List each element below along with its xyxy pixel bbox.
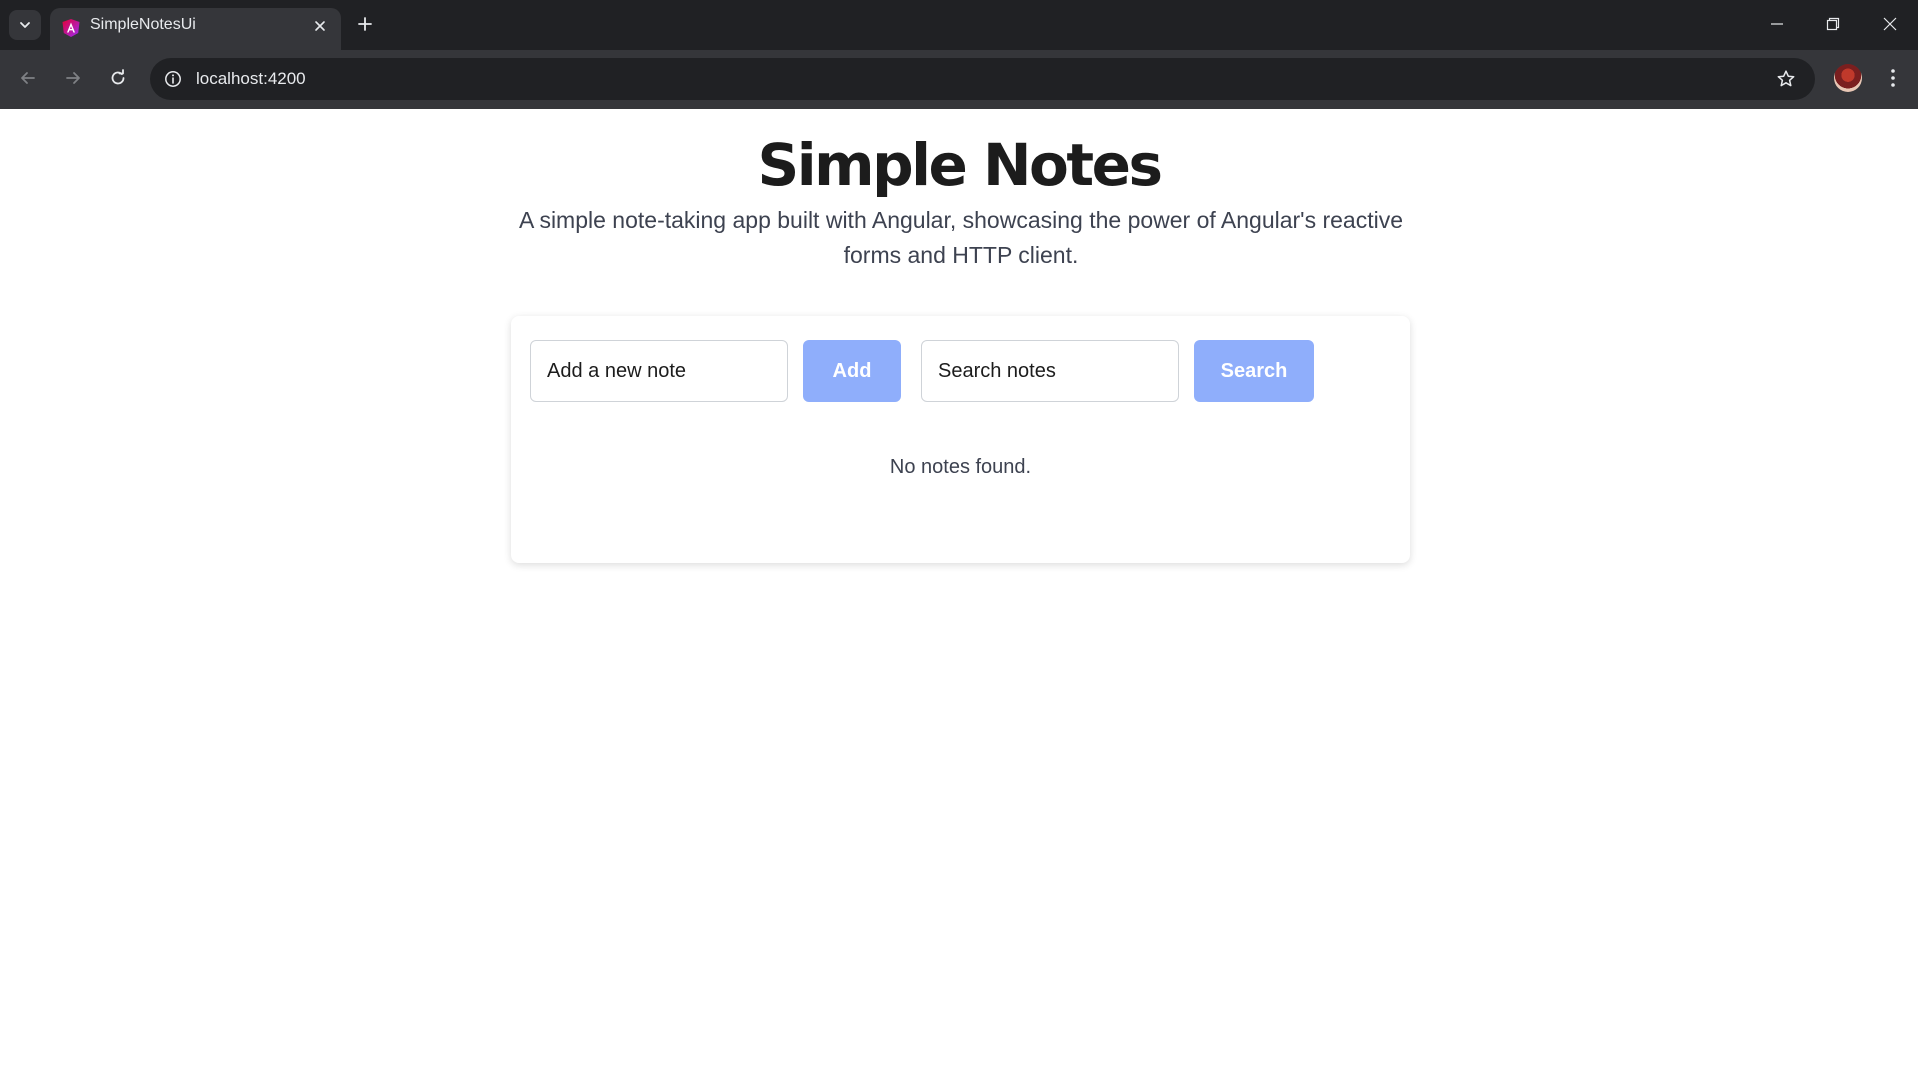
tab-search-button[interactable] bbox=[9, 10, 41, 40]
restore-icon bbox=[1826, 17, 1840, 31]
tab-title: SimpleNotesUi bbox=[90, 16, 196, 33]
restore-window-button[interactable] bbox=[1813, 8, 1853, 40]
minimize-window-button[interactable] bbox=[1757, 8, 1797, 40]
add-note-button[interactable]: Add bbox=[803, 340, 901, 402]
browser-toolbar: localhost:4200 bbox=[0, 50, 1918, 109]
forward-button[interactable] bbox=[57, 62, 89, 94]
page-title: Simple Notes bbox=[757, 131, 1164, 199]
kebab-menu-icon bbox=[1891, 69, 1895, 87]
browser-menu-button[interactable] bbox=[1880, 62, 1906, 94]
page-subtitle: A simple note-taking app built with Angu… bbox=[518, 207, 1404, 268]
browser-tab-strip: SimpleNotesUi bbox=[0, 0, 1918, 50]
close-icon bbox=[315, 21, 325, 31]
search-button[interactable]: Search bbox=[1194, 340, 1314, 402]
page-content: Simple Notes A simple note-taking app bu… bbox=[0, 109, 1918, 1078]
close-window-button[interactable] bbox=[1870, 8, 1910, 40]
address-bar[interactable]: localhost:4200 bbox=[150, 58, 1815, 100]
minimize-icon bbox=[1771, 23, 1783, 25]
empty-notes-message: No notes found. bbox=[889, 456, 1032, 478]
tab-close-button[interactable] bbox=[311, 17, 329, 35]
plus-icon bbox=[358, 17, 372, 31]
info-icon bbox=[165, 71, 181, 87]
site-info-button[interactable] bbox=[161, 67, 185, 91]
bookmark-button[interactable] bbox=[1773, 66, 1799, 92]
arrow-left-icon bbox=[21, 72, 35, 84]
star-icon bbox=[1777, 70, 1795, 87]
notes-card: Add Search No notes found. bbox=[511, 316, 1410, 563]
new-tab-button[interactable] bbox=[352, 11, 378, 37]
search-notes-input[interactable] bbox=[921, 340, 1179, 402]
address-bar-url: localhost:4200 bbox=[196, 69, 306, 88]
angular-logo-icon bbox=[62, 19, 80, 37]
close-icon bbox=[1883, 17, 1897, 31]
back-button[interactable] bbox=[12, 62, 44, 94]
new-note-input[interactable] bbox=[530, 340, 788, 402]
chevron-down-icon bbox=[20, 22, 30, 28]
reload-icon bbox=[111, 69, 125, 85]
browser-tab[interactable]: SimpleNotesUi bbox=[50, 8, 341, 50]
profile-avatar[interactable] bbox=[1834, 64, 1862, 92]
reload-button[interactable] bbox=[102, 62, 134, 94]
arrow-right-icon bbox=[66, 72, 80, 84]
